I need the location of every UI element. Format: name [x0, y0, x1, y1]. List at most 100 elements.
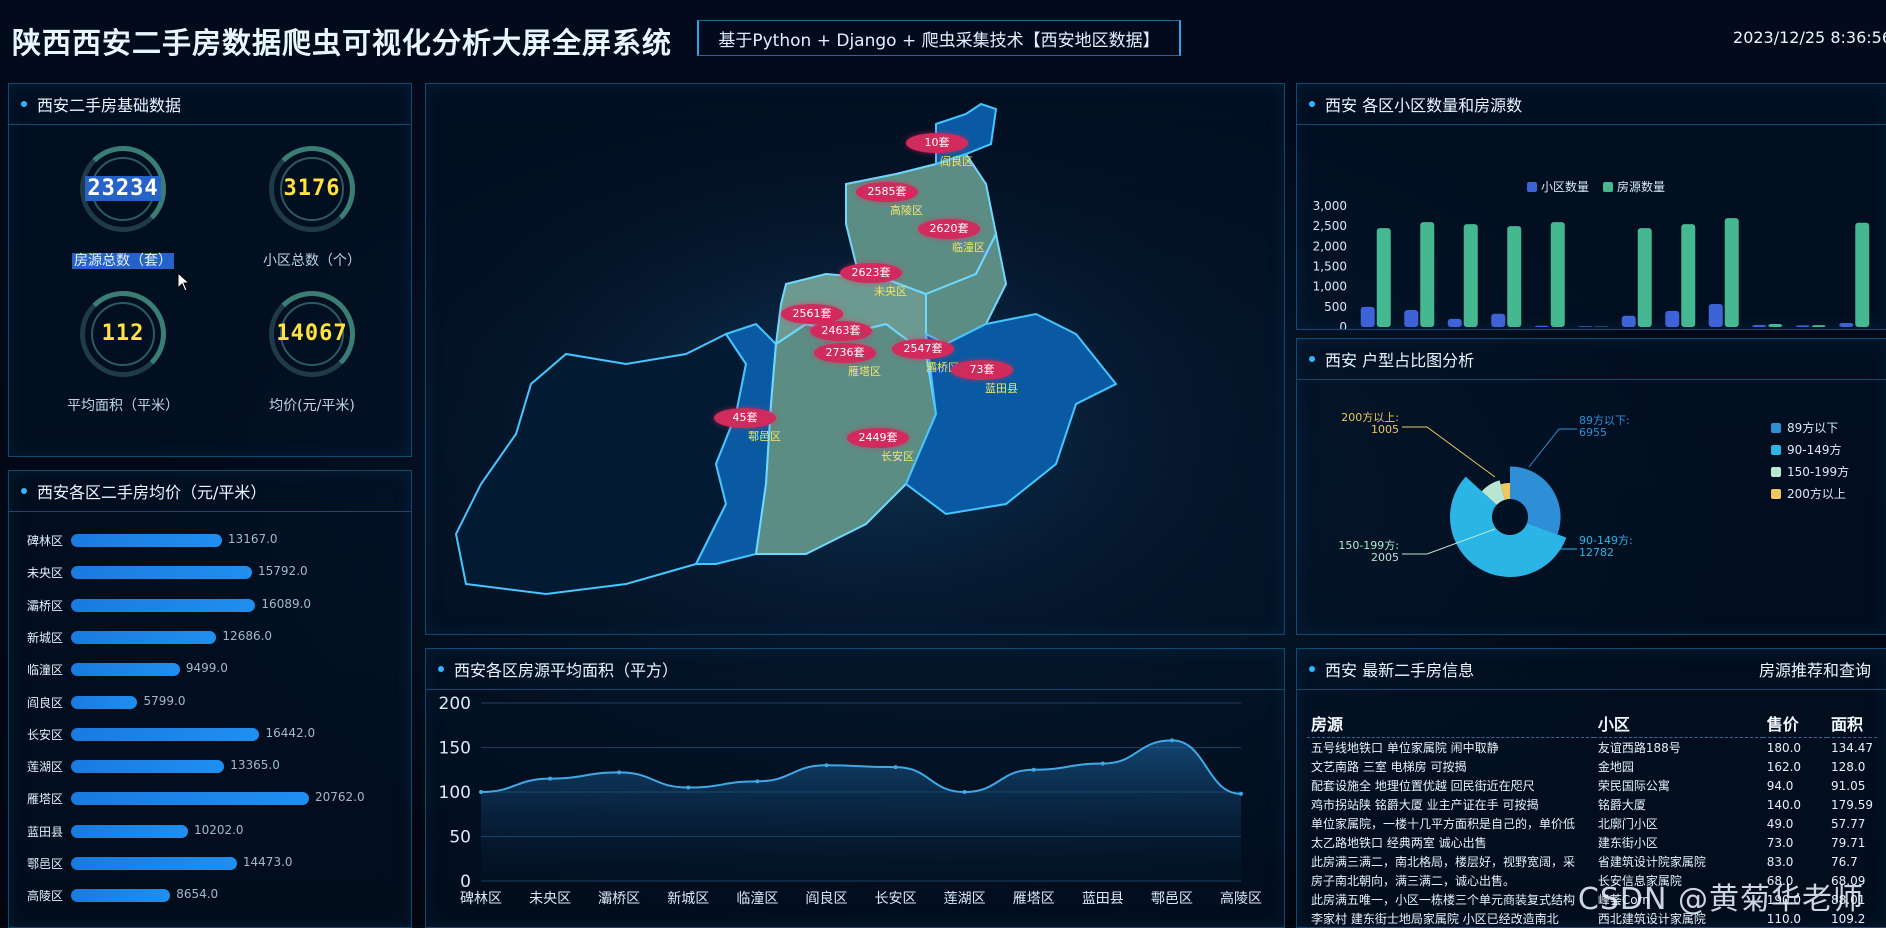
legend-label: 房源数量 — [1617, 179, 1665, 194]
price-bar-row: 未央区15792.0 — [19, 561, 409, 581]
marker-count: 2547套 — [904, 342, 943, 355]
table-row[interactable]: 太乙路地铁口 经典两室 诚心出售建东街小区73.079.71 — [1307, 833, 1877, 852]
price-bar[interactable] — [71, 631, 216, 644]
price-bar[interactable] — [71, 728, 259, 741]
marker-count: 45套 — [733, 411, 758, 424]
marker-pin-icon: 45套 — [714, 408, 776, 428]
area-data-point — [824, 763, 828, 767]
x-tick-label: 临潼区 — [736, 890, 778, 907]
pie-callout-label: 200方以上: — [1341, 410, 1399, 424]
table-row[interactable]: 鸡市拐站陕 铭爵大厦 业主产证在手 可按揭铭爵大厦140.0179.59 — [1307, 795, 1877, 814]
y-tick-label: 0 — [460, 872, 471, 892]
bar-value-label: 10202.0 — [194, 823, 244, 837]
listing-price: 94.0 — [1763, 776, 1827, 795]
marker-pin-icon: 2463套 — [810, 321, 872, 341]
pie-callout-value: 12782 — [1579, 546, 1614, 559]
area-data-point — [479, 790, 483, 794]
marker-district: 蓝田县 — [985, 380, 1018, 396]
listing-community: 省建筑设计院家属院 — [1594, 852, 1763, 871]
marker-district: 长安区 — [881, 448, 914, 464]
bar-category-label: 鄠邑区 — [27, 855, 63, 872]
table-row[interactable]: 五号线地铁口 单位家属院 闹中取静友谊西路188号180.0134.47 — [1307, 738, 1877, 758]
area-data-point — [1032, 768, 1036, 772]
price-bar[interactable] — [71, 534, 222, 547]
bar-value-label: 9499.0 — [186, 661, 228, 675]
bar-category-label: 新城区 — [27, 629, 63, 646]
bar-category-label: 莲湖区 — [27, 758, 63, 775]
stat-value: 14067 — [227, 321, 397, 346]
stat-average-price[interactable]: 14067 均价(元/平米) — [227, 291, 397, 411]
subtitle: 基于Python + Django + 爬虫采集技术【西安地区数据】 — [718, 26, 1159, 51]
stat-value: 23234 — [85, 176, 160, 201]
price-bar-row: 高陵区8654.0 — [19, 884, 409, 904]
listing-area: 179.59 — [1827, 795, 1877, 814]
stat-total-listings[interactable]: 23234 房源总数（套） — [38, 146, 208, 266]
community-count-panel: 西安 各区小区数量和房源数 小区数量房源数量05001,0001,5002,00… — [1296, 83, 1886, 330]
table-row[interactable]: 文艺南路 三室 电梯房 可按揭金地园162.0128.0 — [1307, 757, 1877, 776]
price-bar[interactable] — [71, 889, 170, 902]
marker-pin-icon: 73套 — [951, 360, 1013, 380]
legend-label: 89方以下 — [1787, 420, 1838, 435]
price-bar[interactable] — [71, 663, 180, 676]
price-bar-row: 阎良区5799.0 — [19, 691, 409, 711]
panel-header: 西安 最新二手房信息 房源推荐和查询 — [1297, 649, 1886, 690]
panel-header: 西安 户型占比图分析 — [1297, 339, 1886, 380]
header: 陕西西安二手房数据爬虫可视化分析大屏全屏系统 基于Python + Django… — [0, 0, 1886, 80]
marker-count: 2623套 — [852, 266, 891, 279]
bar-category-label: 高陵区 — [27, 887, 63, 904]
bullet-icon — [1309, 356, 1315, 362]
listing-price: 140.0 — [1763, 795, 1827, 814]
community-bar — [1665, 311, 1679, 327]
table-row[interactable]: 配套设施全 地理位置优越 回民街近在咫尺荣民国际公寓94.091.05 — [1307, 776, 1877, 795]
bar-category-label: 未央区 — [27, 564, 63, 581]
x-tick-label: 高陵区 — [1220, 890, 1262, 907]
pie-callout-value: 1005 — [1371, 423, 1399, 436]
price-bar[interactable] — [71, 599, 255, 612]
y-tick-label: 1,500 — [1313, 260, 1347, 274]
price-bar[interactable] — [71, 857, 237, 870]
panel-header: 西安二手房基础数据 — [9, 84, 411, 125]
stat-average-area[interactable]: 112 平均面积（平米） — [38, 291, 208, 411]
table-row[interactable]: 单位家属院，一楼十几平方面积是自己的，单价低北廓门小区49.057.77 — [1307, 814, 1877, 833]
marker-count: 10套 — [925, 136, 950, 149]
subtitle-box: 基于Python + Django + 爬虫采集技术【西安地区数据】 — [697, 20, 1181, 56]
y-tick-label: 0 — [1339, 320, 1347, 329]
price-bar-row: 莲湖区13365.0 — [19, 755, 409, 775]
price-bar[interactable] — [71, 566, 252, 579]
price-bar-row: 鄠邑区 14473.0 — [19, 852, 409, 872]
stat-total-communities[interactable]: 3176 小区总数（个） — [227, 146, 397, 266]
stat-label: 平均面积（平米） — [38, 395, 208, 415]
area-data-point — [963, 790, 967, 794]
area-chart: 050100150200碑林区未央区灞桥区新城区临潼区阎良区长安区莲湖区雁塔区蓝… — [426, 689, 1284, 925]
x-tick-label: 莲湖区 — [944, 891, 986, 907]
community-bar — [1752, 325, 1766, 327]
stat-value: 3176 — [227, 176, 397, 201]
listing-area: 57.77 — [1827, 814, 1877, 833]
price-bar[interactable] — [71, 825, 188, 838]
table-row[interactable]: 此房满三满二，南北格局，楼层好，视野宽阔，采省建筑设计院家属院83.076.7 — [1307, 852, 1877, 871]
price-bar[interactable] — [71, 696, 137, 709]
listing-area: 91.05 — [1827, 776, 1877, 795]
pie-callout-label: 90-149方: — [1579, 533, 1633, 547]
price-bar[interactable] — [71, 760, 224, 773]
community-bar — [1464, 224, 1478, 327]
district-area-panel: 西安各区房源平均面积（平方） 050100150200碑林区未央区灞桥区新城区临… — [425, 648, 1285, 928]
bar-value-label: 14473.0 — [243, 855, 293, 869]
datetime: 2023/12/25 8:36:56 — [1733, 28, 1886, 47]
price-bar[interactable] — [71, 792, 309, 805]
marker-district: 未央区 — [874, 283, 907, 299]
bar-category-label: 雁塔区 — [27, 790, 63, 807]
bullet-icon — [1309, 101, 1315, 107]
marker-pin-icon: 2449套 — [847, 428, 909, 448]
panel-header: 西安 各区小区数量和房源数 — [1297, 84, 1886, 125]
recommend-search-link[interactable]: 房源推荐和查询 — [1759, 657, 1871, 681]
pie-slice — [1510, 466, 1561, 534]
bar-value-label: 13167.0 — [228, 532, 278, 546]
price-bar-row: 临潼区9499.0 — [19, 658, 409, 678]
community-bar — [1681, 224, 1695, 327]
pie-chart: 200方以上:100589方以下:6955150-199方:200590-149… — [1297, 379, 1886, 634]
y-tick-label: 150 — [439, 739, 471, 759]
listing-title: 太乙路地铁口 经典两室 诚心出售 — [1307, 833, 1594, 852]
bullet-icon — [21, 101, 27, 107]
marker-pin-icon: 2623套 — [840, 263, 902, 283]
